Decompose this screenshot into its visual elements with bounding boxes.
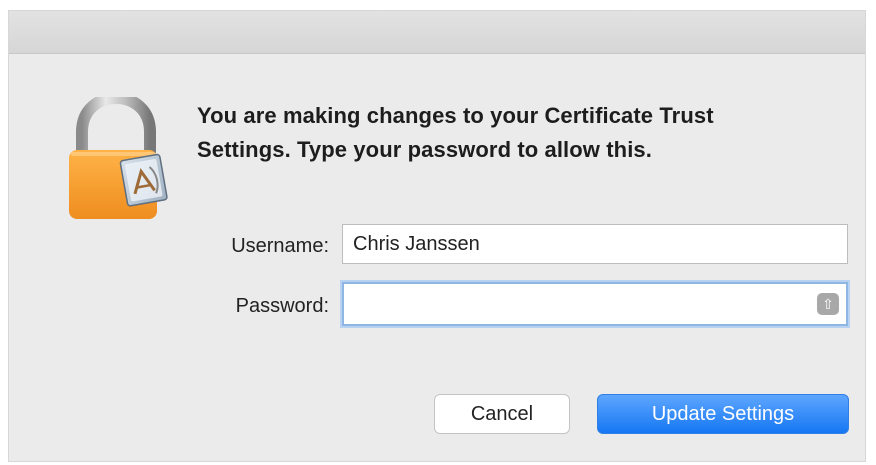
screenshot-root: You are making changes to your Certifica… (0, 0, 876, 465)
password-dialog: You are making changes to your Certifica… (8, 10, 866, 462)
keychain-icon[interactable]: ⇧ (817, 293, 839, 315)
cancel-button[interactable]: Cancel (434, 394, 570, 434)
titlebar (9, 11, 865, 54)
lock-icon (61, 91, 171, 222)
dialog-message-line-1: You are making changes to your Certifica… (197, 103, 714, 128)
dialog-message-line-2: Settings. Type your password to allow th… (197, 137, 652, 162)
password-input[interactable]: ⇧ (342, 282, 848, 326)
update-settings-button[interactable]: Update Settings (597, 394, 849, 434)
dialog-message: You are making changes to your Certifica… (197, 99, 847, 167)
password-label: Password: (235, 295, 329, 317)
username-label: Username: (231, 235, 329, 257)
username-input[interactable]: Chris Janssen (342, 224, 848, 264)
